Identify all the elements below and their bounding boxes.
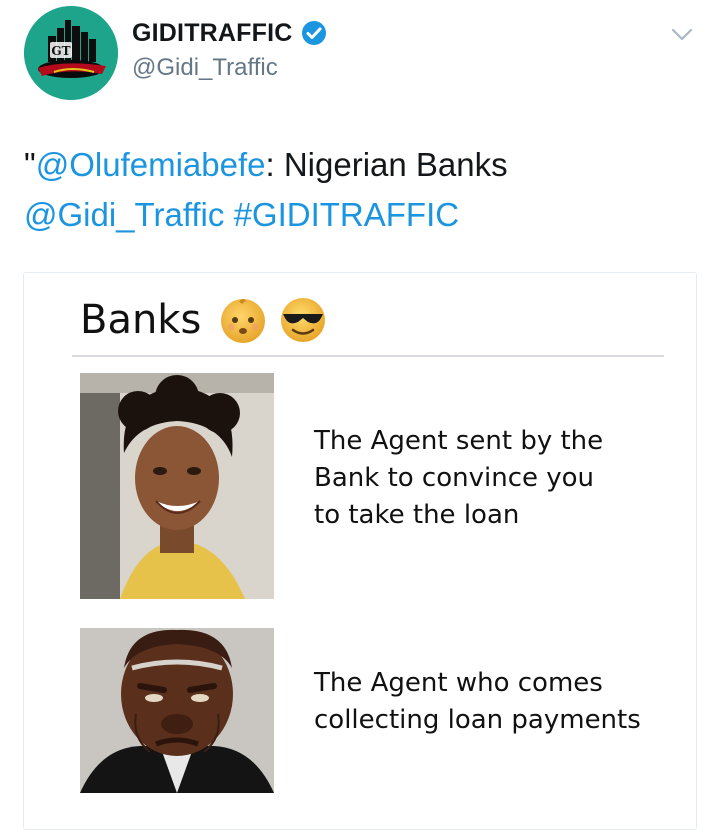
author-handle[interactable]: @Gidi_Traffic	[132, 54, 327, 82]
panel-caption-2: The Agent who comes collecting loan paym…	[314, 668, 641, 735]
meme-title-row: Banks	[80, 289, 337, 351]
quote-mark: "	[24, 146, 36, 183]
profile-avatar[interactable]: GT	[24, 6, 118, 100]
tweet-text: "@Olufemiabefe: Nigerian Banks @Gidi_Tra…	[24, 140, 694, 240]
chevron-down-icon[interactable]	[670, 22, 694, 46]
verified-badge-icon	[301, 21, 326, 45]
avatar-monogram: GT	[51, 44, 70, 58]
meme-divider	[72, 355, 664, 357]
angry-old-man-photo	[80, 628, 274, 793]
mention-link-olufemiabefe[interactable]: @Olufemiabefe	[36, 146, 266, 183]
author-block[interactable]: GIDITRAFFIC @Gidi_Traffic	[132, 16, 327, 82]
hashtag-link-giditraffic[interactable]: #GIDITRAFFIC	[234, 196, 460, 233]
tweet-header: GT GIDITRAFFIC @Gidi_Traffic	[0, 0, 720, 110]
meme-title: Banks	[80, 297, 202, 343]
panel-caption-1: The Agent sent by the Bank to convince y…	[314, 426, 604, 530]
baby-face-emoji-icon	[221, 299, 266, 343]
smiling-woman-photo	[80, 373, 274, 599]
sunglasses-face-emoji-icon	[281, 298, 326, 342]
author-display-name[interactable]: GIDITRAFFIC	[132, 19, 293, 48]
tweet-text-body: : Nigerian Banks	[265, 146, 508, 183]
tweet-media-image[interactable]: Banks The Agent sent by the Bank to conv…	[23, 272, 697, 830]
mention-link-gidi-traffic[interactable]: @Gidi_Traffic	[24, 196, 224, 233]
giditraffic-logo-icon: GT	[24, 6, 118, 100]
